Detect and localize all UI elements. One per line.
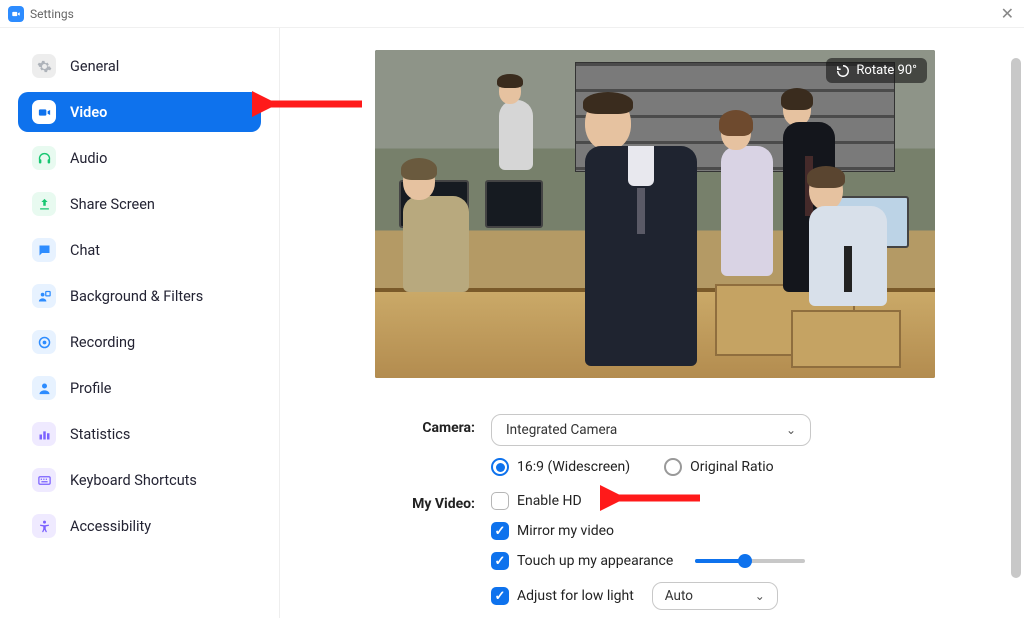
sidebar-item-label: Chat <box>70 242 100 259</box>
sidebar-item-label: Video <box>70 104 107 121</box>
content: General Video Audio Share Screen Chat <box>0 28 1024 618</box>
video-icon <box>32 100 56 124</box>
record-icon <box>32 330 56 354</box>
bg-icon <box>32 284 56 308</box>
sidebar-item-label: Keyboard Shortcuts <box>70 472 197 489</box>
sidebar-item-statistics[interactable]: Statistics <box>18 414 261 454</box>
sidebar-item-label: Recording <box>70 334 135 351</box>
chat-icon <box>32 238 56 262</box>
titlebar: Settings ✕ <box>0 0 1024 28</box>
sidebar-item-accessibility[interactable]: Accessibility <box>18 506 261 546</box>
lowlight-checkbox[interactable] <box>491 587 509 605</box>
sidebar-item-label: Share Screen <box>70 196 155 213</box>
main-panel: Rotate 90° Camera: Integrated Camera ⌄ 1… <box>280 28 1024 618</box>
sidebar-item-share[interactable]: Share Screen <box>18 184 261 224</box>
rotate-label: Rotate 90° <box>856 63 917 78</box>
mirror-checkbox[interactable] <box>491 522 509 540</box>
myvideo-row: My Video: Enable HD Mirror my video Touc… <box>375 490 935 610</box>
sidebar-item-audio[interactable]: Audio <box>18 138 261 178</box>
sidebar-item-profile[interactable]: Profile <box>18 368 261 408</box>
sidebar-item-label: Audio <box>70 150 107 167</box>
sidebar-item-keyboard[interactable]: Keyboard Shortcuts <box>18 460 261 500</box>
video-preview: Rotate 90° <box>375 50 935 378</box>
sidebar-item-label: Profile <box>70 380 111 397</box>
sidebar-item-label: Statistics <box>70 426 130 443</box>
profile-icon <box>32 376 56 400</box>
camera-row: Camera: Integrated Camera ⌄ 16:9 (Widesc… <box>375 414 935 476</box>
sidebar-item-general[interactable]: General <box>18 46 261 86</box>
touchup-label: Touch up my appearance <box>517 553 673 569</box>
sidebar: General Video Audio Share Screen Chat <box>0 28 280 618</box>
app-icon <box>8 6 24 22</box>
touchup-slider[interactable] <box>695 559 805 563</box>
keyboard-icon <box>32 468 56 492</box>
sidebar-item-background[interactable]: Background & Filters <box>18 276 261 316</box>
myvideo-label: My Video: <box>375 490 491 512</box>
sidebar-item-label: Accessibility <box>70 518 151 535</box>
stats-icon <box>32 422 56 446</box>
ratio-original-radio[interactable] <box>664 458 682 476</box>
lowlight-mode-value: Auto <box>665 588 693 604</box>
gear-icon <box>32 54 56 78</box>
close-icon[interactable]: ✕ <box>1001 4 1014 23</box>
preview-scene <box>375 50 935 378</box>
ratio-wide-label: 16:9 (Widescreen) <box>517 459 630 475</box>
ratio-original-label: Original Ratio <box>690 459 773 475</box>
video-settings-form: Camera: Integrated Camera ⌄ 16:9 (Widesc… <box>375 414 935 610</box>
sidebar-item-label: General <box>70 58 119 75</box>
headphones-icon <box>32 146 56 170</box>
sidebar-item-recording[interactable]: Recording <box>18 322 261 362</box>
sidebar-item-chat[interactable]: Chat <box>18 230 261 270</box>
rotate-button[interactable]: Rotate 90° <box>826 58 927 83</box>
lowlight-mode-select[interactable]: Auto ⌄ <box>652 582 778 610</box>
scrollbar[interactable] <box>1011 56 1021 614</box>
chevron-down-icon: ⌄ <box>755 589 765 603</box>
lowlight-label: Adjust for low light <box>517 588 634 604</box>
accessibility-icon <box>32 514 56 538</box>
rotate-icon <box>836 64 850 78</box>
scrollbar-thumb[interactable] <box>1011 58 1021 578</box>
sidebar-item-label: Background & Filters <box>70 288 203 305</box>
enable-hd-checkbox[interactable] <box>491 492 509 510</box>
mirror-label: Mirror my video <box>517 523 614 539</box>
sidebar-item-video[interactable]: Video <box>18 92 261 132</box>
camera-selected-value: Integrated Camera <box>506 422 617 438</box>
window-title: Settings <box>30 7 74 21</box>
touchup-checkbox[interactable] <box>491 552 509 570</box>
ratio-wide-radio[interactable] <box>491 458 509 476</box>
share-icon <box>32 192 56 216</box>
chevron-down-icon: ⌄ <box>786 423 796 437</box>
camera-select[interactable]: Integrated Camera ⌄ <box>491 414 811 446</box>
camera-label: Camera: <box>375 414 491 436</box>
enable-hd-label: Enable HD <box>517 493 582 509</box>
